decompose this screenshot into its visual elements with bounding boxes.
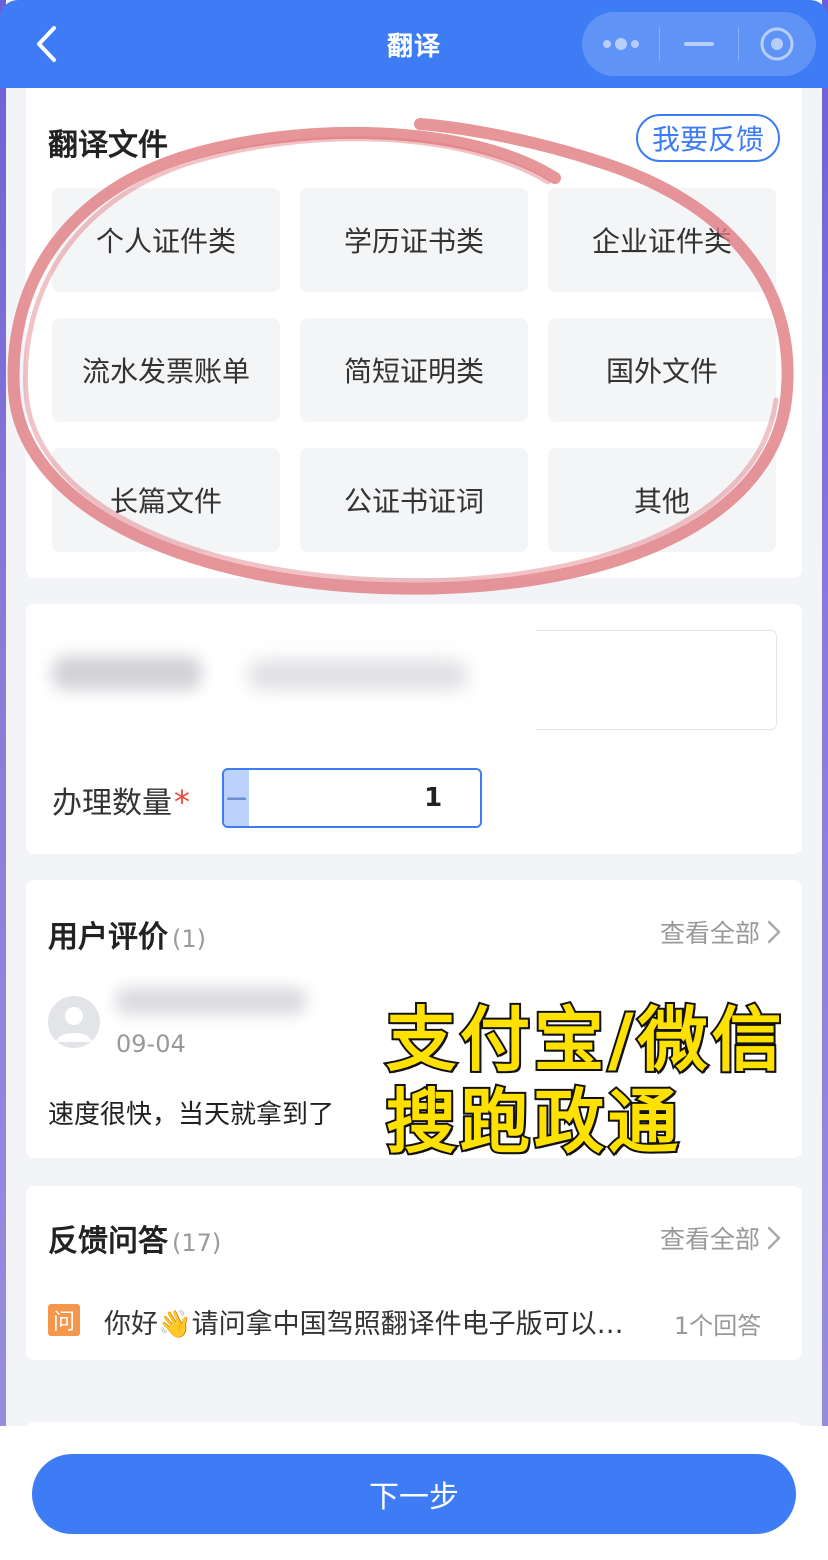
qa-count: (17): [172, 1229, 222, 1257]
category-item[interactable]: 学历证书类: [300, 188, 528, 292]
qa-title: 反馈问答 (17): [48, 1216, 221, 1260]
target-circle-icon: [760, 27, 794, 61]
mini-program-capsule: [582, 12, 816, 76]
reviews-view-all-link[interactable]: 查看全部: [660, 914, 782, 950]
blurred-input-field[interactable]: [536, 630, 777, 730]
decrement-button[interactable]: −: [224, 770, 250, 826]
qa-view-all-link[interactable]: 查看全部: [660, 1220, 782, 1256]
quantity-stepper: − +: [222, 768, 482, 828]
nav-header: 翻译: [0, 0, 828, 88]
qa-question-link[interactable]: 你好👋请问拿中国驾照翻译件电子版可以…: [104, 1302, 624, 1341]
reviews-title-text: 用户评价: [48, 920, 168, 955]
quantity-label: 办理数量*: [52, 778, 190, 822]
qa-card: 反馈问答 (17) 查看全部 问 你好👋请问拿中国驾照翻译件电子版可以… 1个回答: [26, 1186, 802, 1360]
window-frame-left: [0, 0, 6, 1560]
chevron-right-icon: [767, 1226, 781, 1250]
quantity-label-text: 办理数量: [52, 786, 172, 821]
category-item[interactable]: 公证书证词: [300, 448, 528, 552]
question-badge: 问: [48, 1304, 80, 1336]
feedback-button[interactable]: 我要反馈: [636, 114, 780, 162]
section-title-translate: 翻译文件: [48, 128, 168, 163]
avatar: [48, 996, 100, 1048]
category-item[interactable]: 企业证件类: [548, 188, 776, 292]
quantity-input[interactable]: [249, 770, 480, 826]
window-frame-right: [822, 0, 828, 1560]
next-step-button[interactable]: 下一步: [32, 1454, 796, 1534]
minimize-button[interactable]: [660, 12, 737, 76]
review-date: 09-04: [116, 1030, 186, 1058]
overlay-caption-line2: 搜跑政通: [384, 1079, 682, 1165]
bottom-action-bar: 下一步: [0, 1426, 828, 1560]
qa-answer-count: 1个回答: [674, 1312, 762, 1340]
chevron-right-icon: [767, 920, 781, 944]
category-item[interactable]: 国外文件: [548, 318, 776, 422]
more-dots-icon: [602, 38, 639, 50]
reviews-title: 用户评价 (1): [48, 912, 206, 956]
review-text: 速度很快，当天就拿到了: [48, 1100, 335, 1130]
blurred-field-label: [52, 656, 202, 690]
category-item[interactable]: 流水发票账单: [52, 318, 280, 422]
category-item[interactable]: 简短证明类: [300, 318, 528, 422]
required-mark: *: [174, 783, 190, 821]
qa-title-text: 反馈问答: [48, 1224, 168, 1259]
reviews-count: (1): [172, 925, 206, 953]
category-item[interactable]: 其他: [548, 448, 776, 552]
user-avatar-icon: [56, 1007, 92, 1042]
category-item[interactable]: 个人证件类: [52, 188, 280, 292]
view-all-text: 查看全部: [659, 1225, 760, 1254]
more-button[interactable]: [582, 12, 659, 76]
blurred-username: [116, 988, 306, 1014]
category-item[interactable]: 长篇文件: [52, 448, 280, 552]
view-all-text: 查看全部: [659, 919, 760, 948]
minus-icon: [683, 42, 714, 46]
order-form-card: 办理数量* − +: [26, 604, 802, 854]
blurred-field-value: [248, 660, 468, 690]
close-mini-program-button[interactable]: [739, 12, 816, 76]
translate-file-card: 翻译文件 我要反馈 个人证件类 学历证书类 企业证件类 流水发票账单 简短证明类…: [26, 88, 802, 578]
